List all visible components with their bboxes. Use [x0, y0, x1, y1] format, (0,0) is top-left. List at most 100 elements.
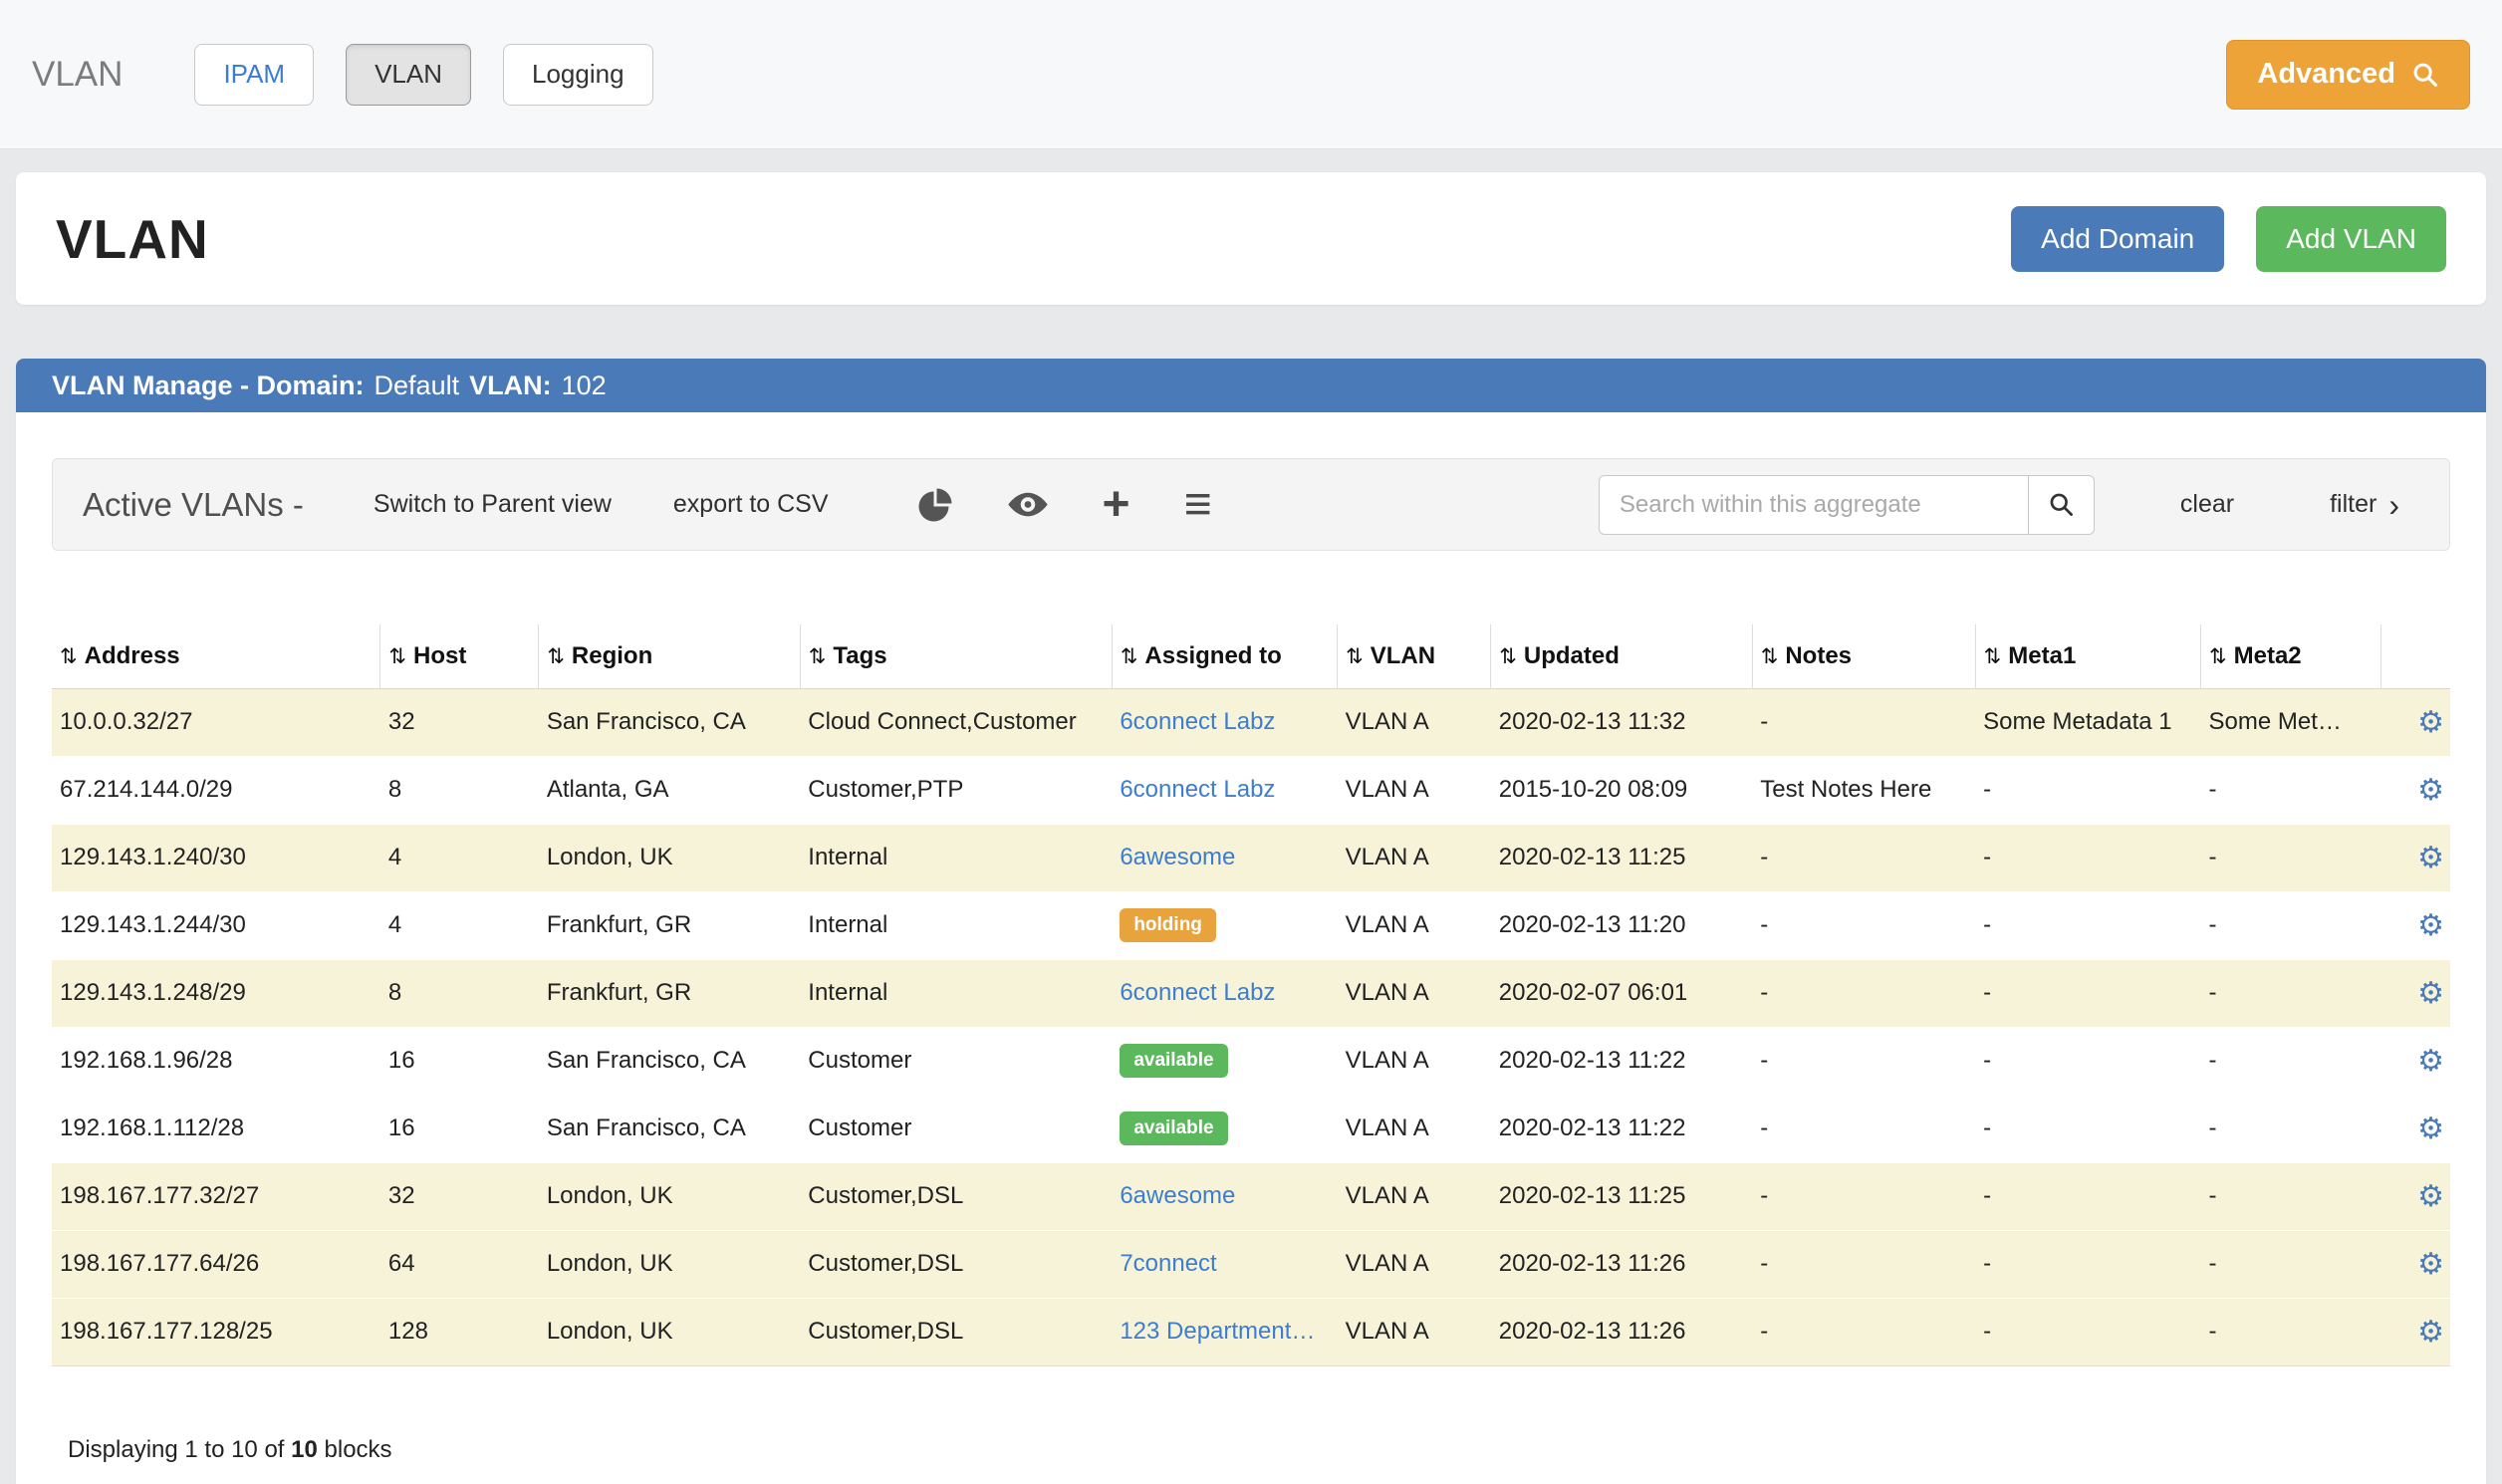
- assigned-link[interactable]: 6awesome: [1120, 1182, 1235, 1209]
- host-cell: 32: [380, 688, 539, 756]
- meta2-cell: Some Met…: [2201, 688, 2381, 756]
- vlan-cell: VLAN A: [1338, 824, 1491, 891]
- gear-icon[interactable]: ⚙: [2417, 774, 2444, 807]
- clear-link[interactable]: clear: [2180, 490, 2234, 519]
- sort-icon: ⇅: [1121, 645, 1138, 668]
- gear-icon[interactable]: ⚙: [2417, 842, 2444, 874]
- gear-icon[interactable]: ⚙: [2417, 1045, 2444, 1078]
- gear-icon[interactable]: ⚙: [2417, 1248, 2444, 1281]
- assigned-link[interactable]: 7connect: [1120, 1250, 1216, 1277]
- column-header-host[interactable]: ⇅Host: [380, 624, 539, 688]
- tags-cell: Customer,DSL: [800, 1298, 1112, 1365]
- top-navbar: VLAN IPAM VLAN Logging Advanced: [0, 0, 2502, 149]
- column-header-address[interactable]: ⇅Address: [52, 624, 380, 688]
- tags-cell: Customer: [800, 1095, 1112, 1162]
- status-badge: holding: [1120, 908, 1216, 943]
- meta2-cell: -: [2201, 1162, 2381, 1230]
- address-cell: 192.168.1.96/28: [52, 1027, 380, 1095]
- updated-cell: 2020-02-13 11:22: [1491, 1027, 1752, 1095]
- column-header-region[interactable]: ⇅Region: [539, 624, 800, 688]
- panel-header-vlan-value: 102: [562, 371, 607, 401]
- add-domain-button[interactable]: Add Domain: [2011, 206, 2224, 272]
- column-header-updated[interactable]: ⇅Updated: [1491, 624, 1752, 688]
- tags-cell: Internal: [800, 824, 1112, 891]
- updated-cell: 2020-02-13 11:22: [1491, 1095, 1752, 1162]
- advanced-label: Advanced: [2257, 58, 2395, 91]
- tags-cell: Customer,DSL: [800, 1162, 1112, 1230]
- assigned-link[interactable]: 6connect Labz: [1120, 708, 1275, 735]
- assigned-cell: 6awesome: [1112, 824, 1337, 891]
- actions-cell: ⚙: [2380, 756, 2450, 824]
- actions-cell: ⚙: [2380, 1162, 2450, 1230]
- vlan-manage-panel: VLAN Manage - Domain: Default VLAN: 102 …: [16, 359, 2486, 1484]
- panel-body: Active VLANs - Switch to Parent view exp…: [16, 412, 2486, 1484]
- gear-icon[interactable]: ⚙: [2417, 1316, 2444, 1349]
- notes-cell: -: [1752, 1230, 1975, 1298]
- column-header-assigned-to[interactable]: ⇅Assigned to: [1112, 624, 1337, 688]
- search-button[interactable]: [2029, 475, 2095, 535]
- vlan-cell: VLAN A: [1338, 1298, 1491, 1365]
- updated-cell: 2020-02-07 06:01: [1491, 959, 1752, 1027]
- gear-icon[interactable]: ⚙: [2417, 706, 2444, 739]
- export-csv-link[interactable]: export to CSV: [673, 490, 829, 519]
- assigned-link[interactable]: 6awesome: [1120, 844, 1235, 870]
- host-cell: 8: [380, 959, 539, 1027]
- add-vlan-button[interactable]: Add VLAN: [2256, 206, 2446, 272]
- meta2-cell: -: [2201, 756, 2381, 824]
- meta1-cell: -: [1975, 959, 2200, 1027]
- meta1-cell: -: [1975, 1298, 2200, 1365]
- notes-cell: -: [1752, 824, 1975, 891]
- updated-cell: 2020-02-13 11:26: [1491, 1298, 1752, 1365]
- assigned-link[interactable]: 6connect Labz: [1120, 979, 1275, 1006]
- switch-parent-view-link[interactable]: Switch to Parent view: [374, 490, 612, 519]
- table-row: 192.168.1.96/2816San Francisco, CACustom…: [52, 1027, 2450, 1095]
- tags-cell: Internal: [800, 959, 1112, 1027]
- advanced-search-button[interactable]: Advanced: [2226, 40, 2470, 110]
- pie-chart-icon[interactable]: [917, 487, 953, 523]
- nav-tab-logging[interactable]: Logging: [503, 44, 653, 106]
- notes-cell: -: [1752, 688, 1975, 756]
- gear-icon[interactable]: ⚙: [2417, 1180, 2444, 1213]
- table-row: 198.167.177.64/2664London, UKCustomer,DS…: [52, 1230, 2450, 1298]
- filter-link[interactable]: filter ›: [2330, 489, 2399, 521]
- chevron-right-icon: ›: [2388, 489, 2399, 521]
- host-cell: 8: [380, 756, 539, 824]
- notes-cell: -: [1752, 1298, 1975, 1365]
- search-input[interactable]: [1599, 475, 2029, 535]
- menu-icon[interactable]: ≡: [1184, 481, 1212, 529]
- meta1-cell: Some Metadata 1: [1975, 688, 2200, 756]
- column-header-meta2[interactable]: ⇅Meta2: [2201, 624, 2381, 688]
- meta2-cell: -: [2201, 959, 2381, 1027]
- vlan-cell: VLAN A: [1338, 1027, 1491, 1095]
- add-icon[interactable]: +: [1103, 481, 1130, 529]
- updated-cell: 2020-02-13 11:25: [1491, 1162, 1752, 1230]
- host-cell: 16: [380, 1095, 539, 1162]
- column-header-meta1[interactable]: ⇅Meta1: [1975, 624, 2200, 688]
- assigned-link[interactable]: 123 Department…: [1120, 1318, 1315, 1345]
- nav-tab-ipam[interactable]: IPAM: [194, 44, 314, 106]
- region-cell: London, UK: [539, 1298, 800, 1365]
- tags-cell: Internal: [800, 891, 1112, 959]
- vlan-cell: VLAN A: [1338, 756, 1491, 824]
- filter-label: filter: [2330, 490, 2377, 519]
- notes-cell: -: [1752, 891, 1975, 959]
- active-vlans-title: Active VLANs -: [83, 486, 304, 524]
- address-cell: 129.143.1.244/30: [52, 891, 380, 959]
- region-cell: San Francisco, CA: [539, 688, 800, 756]
- region-cell: London, UK: [539, 1162, 800, 1230]
- host-cell: 128: [380, 1298, 539, 1365]
- nav-tab-vlan[interactable]: VLAN: [346, 44, 471, 106]
- column-header-notes[interactable]: ⇅Notes: [1752, 624, 1975, 688]
- meta2-cell: -: [2201, 824, 2381, 891]
- search-icon: [2411, 61, 2439, 89]
- host-cell: 64: [380, 1230, 539, 1298]
- column-header-tags[interactable]: ⇅Tags: [800, 624, 1112, 688]
- eye-icon[interactable]: [1007, 491, 1049, 518]
- column-header-vlan[interactable]: ⇅VLAN: [1338, 624, 1491, 688]
- gear-icon[interactable]: ⚙: [2417, 977, 2444, 1010]
- gear-icon[interactable]: ⚙: [2417, 909, 2444, 942]
- gear-icon[interactable]: ⚙: [2417, 1113, 2444, 1145]
- assigned-link[interactable]: 6connect Labz: [1120, 776, 1275, 803]
- screen: VLAN IPAM VLAN Logging Advanced VLAN Add…: [0, 0, 2502, 1484]
- meta2-cell: -: [2201, 1230, 2381, 1298]
